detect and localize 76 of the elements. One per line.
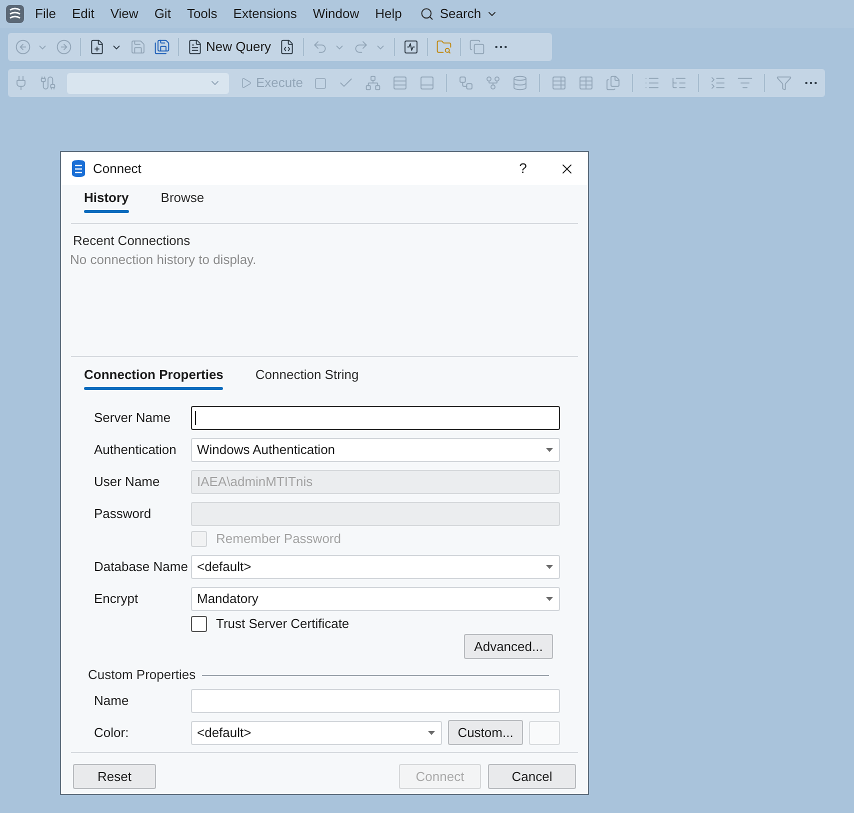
cable-icon[interactable] [40,75,56,91]
database-icon[interactable] [512,75,528,91]
dialog-title: Connect [93,160,142,178]
files-icon[interactable] [604,75,621,91]
list-filter-icon[interactable] [736,75,753,91]
checkbox-label: Trust Server Certificate [216,615,350,634]
dropdown-field[interactable]: <default> [191,555,560,579]
dropdown-caret-icon [428,730,435,734]
section-heading: Custom Properties [88,666,196,684]
document-icon [187,39,203,55]
field-label: User Name [94,474,160,489]
section-heading: Recent Connections [72,233,192,249]
dropdown-field[interactable]: Windows Authentication [191,438,560,462]
checkbox-label: Remember Password [216,530,341,548]
dropdown-caret-icon [546,565,553,569]
field-label: Database Name [94,559,188,574]
network-icon[interactable] [364,75,381,91]
save-all-icon[interactable] [154,39,170,55]
menu-item[interactable]: File [27,4,64,24]
field-label: Password [94,506,152,521]
flow-icon[interactable] [458,75,474,91]
stop-icon[interactable] [314,76,327,90]
field-label: Authentication [94,442,176,457]
text-field[interactable] [191,406,560,430]
menu-item[interactable]: Tools [178,4,226,24]
fork-icon[interactable] [484,75,501,91]
field-label: Color: [94,724,129,740]
advanced-button[interactable]: Advanced... [464,634,553,659]
filter-icon[interactable] [776,75,792,91]
app-logo-icon [6,5,24,23]
new-file-icon[interactable] [89,39,105,55]
custom-button[interactable]: Custom... [448,720,523,745]
rows-icon[interactable] [392,75,408,91]
tab[interactable]: Connection String [252,367,362,390]
color-swatch-icon [529,720,560,744]
menu-item[interactable]: Extensions [225,4,305,24]
help-button[interactable]: ? [511,156,535,180]
forward-circle-icon[interactable] [56,39,72,55]
undo-icon[interactable] [312,39,328,55]
menu-item[interactable]: Edit [64,4,102,24]
folder-search-icon[interactable] [436,39,452,55]
menu-item[interactable]: Window [304,4,368,24]
table-properties-icon[interactable] [550,75,567,91]
checkbox[interactable] [191,616,207,632]
new-query-button[interactable]: New Query [187,37,272,57]
tab[interactable]: Browse [158,190,208,213]
list-collapse-icon[interactable] [710,75,726,91]
redo-icon[interactable] [353,39,370,55]
copy-icon[interactable] [469,39,486,55]
menu-item[interactable]: Help [367,4,410,24]
back-circle-icon[interactable] [15,39,31,55]
search-button[interactable]: Search [410,4,508,24]
panel-icon[interactable] [418,75,435,91]
activity-chart-icon[interactable] [403,39,420,55]
dropdown-caret-icon [546,597,553,601]
table-icon[interactable] [578,75,594,91]
search-icon [420,7,434,21]
database-dropdown-field[interactable] [67,72,229,94]
dropdown-caret-icon [546,448,553,452]
dialog-button[interactable]: Reset [73,764,156,789]
tab[interactable]: History [81,190,132,213]
empty-message: No connection history to display. [69,252,258,268]
dialog-button[interactable]: Cancel [488,764,576,789]
play-icon [240,77,252,89]
list-tree-icon[interactable] [670,75,687,91]
menu-item[interactable]: View [102,4,146,24]
dropdown-field[interactable]: <default> [191,720,442,744]
save-icon[interactable] [130,39,146,55]
field-label: Name [94,693,129,708]
menu-item[interactable]: Git [146,4,179,24]
dropdown-field[interactable]: Mandatory [191,587,560,611]
field-label: Server Name [94,410,171,425]
database-icon [72,160,85,177]
code-file-icon[interactable] [279,39,296,55]
field-label: Encrypt [94,591,138,606]
tab[interactable]: Connection Properties [81,367,226,390]
